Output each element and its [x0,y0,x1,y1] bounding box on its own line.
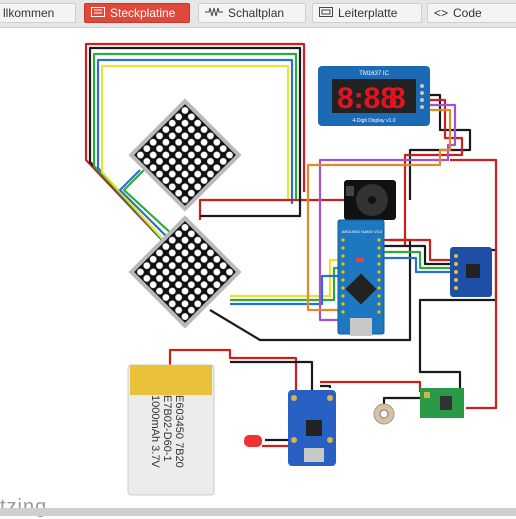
display-label: TM1637 IC [359,71,389,77]
tab-welcome[interactable]: llkommen [0,3,76,23]
tab-pcb-label: Leiterplatte [338,6,398,20]
breadboard-canvas[interactable]: TM1637 IC 8:88 8 4-Digit Display v1.0 AR… [0,28,516,518]
tab-code[interactable]: <> Code [427,3,516,23]
battery-line1: E603450 7B20 [173,395,185,468]
tab-schematic-label: Schaltplan [228,6,285,20]
horizontal-scrollbar[interactable] [0,508,516,516]
tab-bar: llkommen Steckplatine Schaltplan Leiterp… [0,0,516,28]
tab-welcome-label: llkommen [3,6,55,20]
accelerometer-module [450,247,492,297]
arduino-label: ARDUINO NANO V3.0 [342,229,383,234]
led-matrix-bottom [128,215,242,329]
boost-converter [420,388,464,418]
tab-code-label: Code [453,6,482,20]
breadboard-icon [91,6,105,20]
arduino-nano: ARDUINO NANO V3.0 [337,219,385,336]
tab-breadboard[interactable]: Steckplatine [84,3,190,23]
power-switch [373,403,395,425]
pcb-icon [319,6,333,20]
battery-line2: E7B02-D60-1 [161,395,173,462]
four-digit-display: TM1637 IC 8:88 8 4-Digit Display v1.0 [318,66,430,126]
tab-breadboard-label: Steckplatine [110,6,176,20]
display-subtitle: 4-Digit Display v1.0 [352,118,395,124]
battery-line3: 1000mAh 3.7V [149,395,161,468]
schematic-icon [205,6,223,20]
tab-pcb[interactable]: Leiterplatte [312,3,422,23]
lipo-battery: E603450 7B20 E7B02-D60-1 1000mAh 3.7V [127,364,215,496]
display-digit-last: 8 [389,82,406,115]
code-icon: <> [434,6,449,20]
buzzer [344,180,396,220]
circuit-diagram: TM1637 IC 8:88 8 4-Digit Display v1.0 AR… [84,42,498,496]
tab-schematic[interactable]: Schaltplan [198,3,306,23]
red-led [244,435,262,447]
charger-module [288,390,336,466]
led-matrix-top [128,98,242,212]
